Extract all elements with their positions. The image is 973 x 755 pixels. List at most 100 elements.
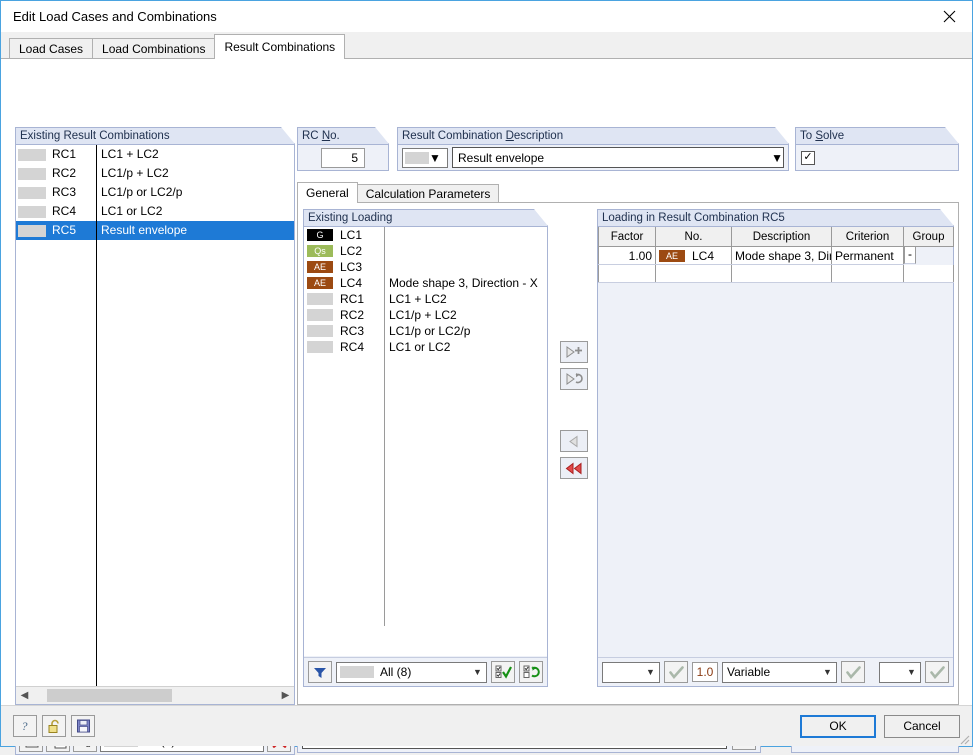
remove-from-combination-icon[interactable] — [560, 430, 588, 452]
add-to-combination-icon[interactable] — [560, 341, 588, 363]
criterion-confirm-check-icon[interactable] — [841, 661, 865, 683]
to-solve-group: To Solve ✓ — [795, 127, 959, 171]
color-swatch — [18, 168, 46, 180]
rc-no-field[interactable]: 5 — [321, 148, 365, 168]
help-icon[interactable]: ? — [13, 715, 37, 737]
rc-no-title: RC No. — [297, 127, 389, 144]
tab-result-combinations[interactable]: Result Combinations — [214, 34, 345, 59]
resize-grip[interactable] — [958, 733, 970, 745]
cell-empty[interactable] — [732, 265, 832, 283]
chevron-down-icon[interactable]: ▼ — [903, 667, 920, 677]
color-swatch — [18, 149, 46, 161]
loading-table[interactable]: Factor No. Description Criterion Group 1… — [598, 227, 954, 283]
list-item[interactable]: RC1 LC1 + LC2 — [16, 145, 294, 164]
cell-no[interactable]: AE LC4 — [656, 247, 732, 265]
horizontal-scrollbar[interactable]: ◀ ▶ — [16, 686, 294, 704]
table-row-empty[interactable] — [599, 265, 954, 283]
chevron-left-icon[interactable]: ◀ — [16, 688, 33, 703]
chevron-down-icon[interactable]: ▼ — [771, 151, 783, 165]
rc-no-title-pre: RC — [302, 130, 322, 142]
scrollbar-thumb[interactable] — [47, 689, 172, 702]
color-swatch — [307, 293, 333, 305]
tab-load-combinations[interactable]: Load Combinations — [92, 38, 215, 59]
list-item-description — [384, 227, 547, 243]
save-icon[interactable] — [71, 715, 95, 737]
list-item-no: RC5 — [52, 221, 76, 240]
unlock-icon[interactable] — [42, 715, 66, 737]
list-item-no: RC3 — [340, 323, 364, 339]
list-item[interactable]: RC2 LC1/p + LC2 — [304, 307, 547, 323]
list-item-no: RC1 — [340, 291, 364, 307]
loading-table-title: Loading in Result Combination RC5 — [597, 209, 954, 226]
to-solve-title-pre: To — [800, 130, 815, 142]
list-item[interactable]: QsLC2 — [304, 243, 547, 259]
chevron-down-icon[interactable]: ▼ — [469, 667, 486, 677]
chevron-down-icon[interactable]: ▼ — [429, 151, 441, 165]
tab-load-cases[interactable]: Load Cases — [9, 38, 93, 59]
cell-factor[interactable]: 1.00 — [599, 247, 656, 265]
column-header-description[interactable]: Description — [732, 227, 832, 247]
list-item-selected[interactable]: RC5 Result envelope — [16, 221, 294, 240]
existing-loading-list[interactable]: GLC1 QsLC2 AELC3 AELC4 — [304, 227, 547, 656]
no-combo[interactable]: ▼ — [602, 662, 660, 683]
list-item-description: LC1/p or LC2/p — [384, 323, 547, 339]
list-item[interactable]: AELC4 Mode shape 3, Direction - X — [304, 275, 547, 291]
cell-empty[interactable] — [656, 265, 732, 283]
table-row[interactable]: 1.00 AE LC4 Mode shape 3, Dir Permanent — [599, 247, 954, 265]
list-item-no: RC4 — [340, 339, 364, 355]
cell-description[interactable]: Mode shape 3, Dir — [732, 247, 832, 265]
chevron-down-icon[interactable]: ▼ — [642, 667, 659, 677]
existing-loading-body: GLC1 QsLC2 AELC3 AELC4 — [303, 226, 548, 687]
group-confirm-check-icon[interactable] — [925, 661, 949, 683]
column-header-criterion[interactable]: Criterion — [832, 227, 904, 247]
remove-all-icon[interactable] — [560, 457, 588, 479]
loading-table-toolbar: ▼ 1.0 Variable ▼ — [598, 657, 953, 686]
cell-criterion[interactable]: Permanent — [832, 247, 904, 265]
tab-general[interactable]: General — [297, 182, 358, 203]
scrollbar-track[interactable] — [33, 688, 277, 703]
column-header-factor[interactable]: Factor — [599, 227, 656, 247]
list-item[interactable]: RC3 LC1/p or LC2/p — [16, 183, 294, 202]
invert-selection-icon[interactable] — [519, 661, 543, 683]
ok-button[interactable]: OK — [800, 715, 876, 738]
list-item[interactable]: RC2 LC1/p + LC2 — [16, 164, 294, 183]
cell-empty[interactable] — [904, 265, 954, 283]
chevron-right-icon[interactable]: ▶ — [277, 688, 294, 703]
cell-no-value: LC4 — [692, 249, 714, 263]
filter-icon[interactable] — [308, 661, 332, 683]
chevron-down-icon[interactable]: ▼ — [819, 667, 836, 677]
group-combo[interactable]: ▼ — [879, 662, 921, 683]
cell-group[interactable]: - — [904, 247, 916, 264]
cell-empty[interactable] — [832, 265, 904, 283]
tab-calculation-parameters[interactable]: Calculation Parameters — [357, 184, 500, 203]
filter-value: All (8) — [380, 665, 469, 679]
no-confirm-check-icon[interactable] — [664, 661, 688, 683]
rc-description-combo[interactable]: Result envelope ▼ — [452, 147, 784, 168]
load-type-badge: AE — [659, 250, 685, 262]
list-item[interactable]: GLC1 — [304, 227, 547, 243]
list-column-divider — [384, 227, 385, 626]
close-icon[interactable] — [927, 1, 972, 31]
column-header-group[interactable]: Group — [904, 227, 954, 247]
rc-color-combo[interactable]: ▼ — [402, 148, 448, 168]
main-tab-strip: Load Cases Load Combinations Result Comb… — [1, 32, 972, 58]
add-modified-icon[interactable] — [560, 368, 588, 390]
to-solve-checkbox[interactable]: ✓ — [801, 151, 815, 165]
list-item[interactable]: RC4 LC1 or LC2 — [16, 202, 294, 221]
cancel-button[interactable]: Cancel — [884, 715, 960, 738]
list-item[interactable]: RC4 LC1 or LC2 — [304, 339, 547, 355]
list-item[interactable]: RC1 LC1 + LC2 — [304, 291, 547, 307]
to-solve-title-accel: S — [815, 130, 823, 142]
loading-filter-combo[interactable]: All (8) ▼ — [336, 662, 487, 683]
result-combinations-list[interactable]: RC1 LC1 + LC2 RC2 LC1/p + LC2 RC3 LC1/p … — [16, 145, 294, 704]
rc-description-body: ▼ Result envelope ▼ — [397, 144, 789, 171]
title-bar: Edit Load Cases and Combinations — [1, 1, 972, 32]
list-item[interactable]: RC3 LC1/p or LC2/p — [304, 323, 547, 339]
factor-field[interactable]: 1.0 — [692, 662, 718, 682]
criterion-combo[interactable]: Variable ▼ — [722, 662, 837, 683]
list-item[interactable]: AELC3 — [304, 259, 547, 275]
sub-tab-strip: General Calculation Parameters — [297, 181, 959, 203]
select-all-icon[interactable] — [491, 661, 515, 683]
cell-empty[interactable] — [599, 265, 656, 283]
column-header-no[interactable]: No. — [656, 227, 732, 247]
